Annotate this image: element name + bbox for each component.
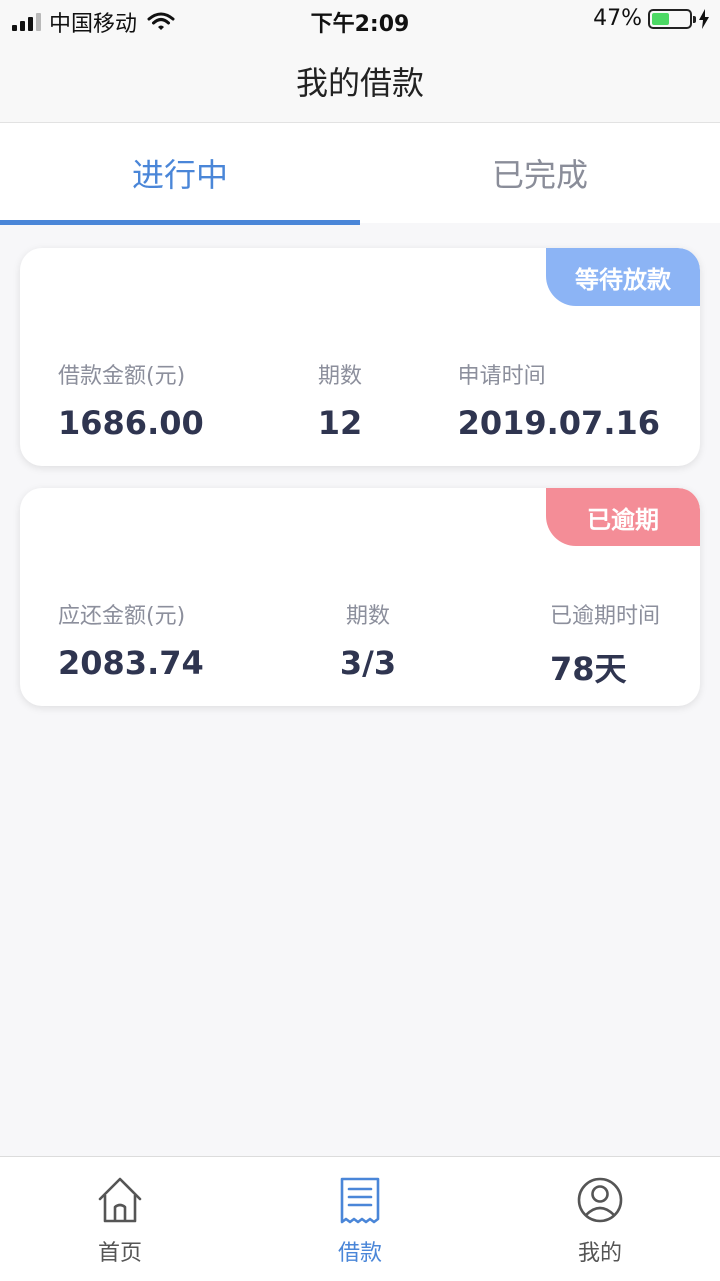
status-badge: 等待放款: [546, 248, 700, 306]
tabbar-item-home[interactable]: 首页: [0, 1157, 240, 1281]
battery-percent: 47%: [593, 6, 642, 31]
home-icon: [98, 1177, 142, 1223]
status-left: 中国移动: [12, 6, 175, 38]
loan-amount-field: 借款金额(元) 1686.00: [58, 358, 204, 442]
tabbar-label: 我的: [577, 1241, 622, 1266]
loan-card-overdue[interactable]: 已逾期 应还金额(元) 2083.74 期数 3/3 已逾期时间 78天: [20, 488, 700, 706]
tab-in-progress[interactable]: 进行中: [0, 123, 360, 225]
overdue-time-field: 已逾期时间 78天: [550, 598, 660, 690]
tabbar-label: 首页: [97, 1241, 142, 1266]
charging-bolt-icon: [699, 8, 709, 29]
status-right: 47%: [593, 6, 710, 31]
page-title: 我的借款: [295, 64, 424, 102]
tabbar-item-mine[interactable]: 我的: [480, 1157, 720, 1281]
field-label: 期数: [345, 604, 390, 629]
field-label: 应还金额(元): [58, 604, 186, 629]
tabbar-item-loans[interactable]: 借款: [240, 1157, 480, 1281]
status-badge: 已逾期: [546, 488, 700, 546]
battery-icon: [648, 8, 696, 29]
installments-field: 期数 3/3: [320, 598, 416, 682]
field-value: 1686.00: [58, 404, 204, 442]
field-value: 12: [317, 404, 363, 442]
user-icon: [577, 1177, 623, 1223]
wifi-icon: [147, 12, 175, 30]
carrier-name: 中国移动: [49, 12, 138, 37]
field-label: 申请时间: [457, 364, 546, 389]
field-label: 已逾期时间: [549, 604, 660, 629]
field-value: 2019.07.16: [457, 404, 660, 442]
loan-status-tabs: 进行中 已完成: [0, 123, 720, 225]
status-bar: 中国移动 下午2:09 47%: [0, 0, 720, 40]
apply-time-field: 申请时间 2019.07.16: [458, 358, 660, 442]
nav-bar: 我的借款: [0, 40, 720, 123]
field-value: 2083.74: [58, 644, 204, 682]
receipt-icon: [340, 1177, 380, 1224]
field-label: 借款金额(元): [58, 364, 186, 389]
installments-field: 期数 12: [300, 358, 380, 442]
field-value: 78天: [549, 650, 627, 688]
bottom-tab-bar: 首页 借款 我的: [0, 1156, 720, 1281]
field-label: 期数: [317, 364, 362, 389]
signal-icon: [12, 13, 41, 31]
tabbar-label: 借款: [337, 1241, 382, 1266]
loan-card-pending[interactable]: 等待放款 借款金额(元) 1686.00 期数 12 申请时间 2019.07.…: [20, 248, 700, 466]
tab-completed[interactable]: 已完成: [360, 123, 720, 223]
field-value: 3/3: [339, 644, 397, 682]
repay-amount-field: 应还金额(元) 2083.74: [58, 598, 204, 682]
